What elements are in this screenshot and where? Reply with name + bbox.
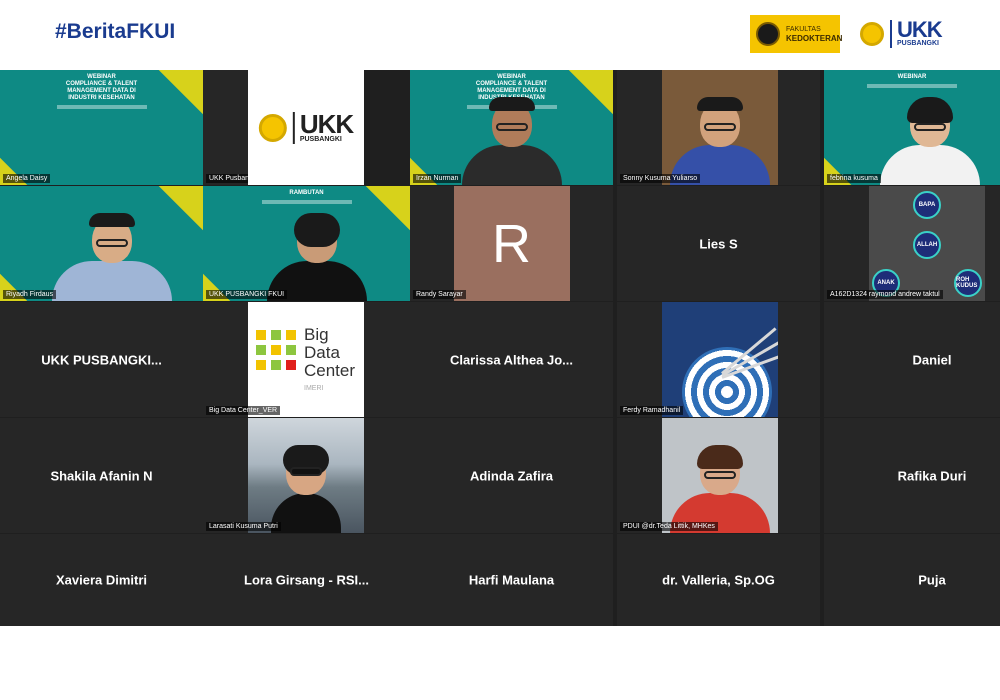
participant-name: Daniel	[912, 352, 952, 367]
participant-video	[670, 445, 770, 533]
participant-tile[interactable]: Clarissa Althea Jo...	[410, 302, 613, 417]
participant-tile[interactable]: Lies S	[617, 186, 820, 301]
fk-logo-text: FAKULTAS KEDOKTERAN	[786, 26, 843, 43]
participant-tile[interactable]: UKK PUSBANGKI...	[0, 302, 203, 417]
webinar-banner: WEBINAR	[867, 74, 957, 88]
ukk-logo-text: UKK PUSBANGKI	[890, 19, 943, 48]
participant-tile[interactable]: Xaviera Dimitri	[0, 534, 203, 626]
participant-video	[51, 213, 172, 301]
hashtag-title: #BeritaFKUI	[55, 20, 176, 43]
participant-tile[interactable]: Daniel	[824, 302, 1000, 417]
participant-tile[interactable]: Puja	[824, 534, 1000, 626]
participant-name: Larasati Kusuma Putri	[206, 522, 281, 531]
tile-padding: UKK Pusbangki	[203, 70, 248, 185]
avatar: R	[453, 186, 570, 301]
participant-tile[interactable]: WEBINAR COMPLIANCE & TALENT MANAGEMENT D…	[410, 70, 613, 185]
participant-name: A162D1324 raymond andrew taktul	[827, 290, 943, 299]
participant-name: Ferdy Ramadhanil	[620, 406, 684, 415]
participant-video	[271, 445, 341, 533]
participant-video	[461, 97, 562, 185]
target-icon	[682, 347, 772, 417]
ukk-logo: UKK PUSBANGKI	[860, 15, 943, 53]
participant-name: Adinda Zafira	[469, 468, 554, 483]
participant-name: febrina kusuma	[827, 174, 881, 183]
participant-name: UKK PUSBANGKI...	[41, 352, 162, 367]
participant-tile[interactable]: R Randy Sarayar	[410, 186, 613, 301]
university-seal-icon	[756, 22, 780, 46]
participant-name: Shakila Afanin N	[50, 468, 153, 483]
participant-name: Lies S	[699, 236, 738, 251]
bigdata-logo: Big Data Center IMERI	[248, 302, 364, 417]
participant-video	[670, 97, 770, 185]
participant-tile[interactable]: Sonny Kusuma Yuliarso	[617, 70, 820, 185]
webinar-banner: WEBINAR COMPLIANCE & TALENT MANAGEMENT D…	[56, 74, 147, 109]
fk-logo: FAKULTAS KEDOKTERAN	[750, 15, 843, 53]
participant-name: Irzan Nurman	[413, 174, 462, 183]
participant-tile[interactable]: WEBINAR febrina kusuma	[824, 70, 1000, 185]
participant-name: dr. Valleria, Sp.OG	[662, 572, 775, 588]
participant-tile[interactable]: Big Data Center IMERI Big Data Center_VE…	[203, 302, 410, 417]
participant-name: Clarissa Althea Jo...	[449, 352, 574, 367]
participant-name: Lora Girsang - RSI...	[244, 572, 369, 588]
participant-tile[interactable]: Larasati Kusuma Putri	[203, 418, 410, 533]
university-seal-icon	[258, 113, 287, 142]
participant-name: Riyadh Firdaus	[3, 290, 57, 299]
participant-tile[interactable]: Ferdy Ramadhanil	[617, 302, 820, 417]
participant-video	[879, 97, 980, 185]
university-seal-icon	[860, 22, 884, 46]
participant-name: Rafika Duri	[897, 468, 967, 483]
participant-tile[interactable]: Rafika Duri	[824, 418, 1000, 533]
webinar-banner: RAMBUTAN	[261, 190, 352, 204]
video-grid: WEBINAR COMPLIANCE & TALENT MANAGEMENT D…	[0, 70, 1000, 626]
participant-tile[interactable]: Adinda Zafira	[410, 418, 613, 533]
participant-tile[interactable]: Lora Girsang - RSI...	[203, 534, 410, 626]
participant-name: Randy Sarayar	[413, 290, 466, 299]
participant-name: Angela Daisy	[3, 174, 51, 183]
participant-name: Puja	[918, 572, 946, 588]
participant-tile[interactable]: PDUI @dr.Teda Littik, MHKes	[617, 418, 820, 533]
ukk-logo: UKK PUSBANGKI	[258, 111, 354, 144]
participant-tile[interactable]: WEBINAR COMPLIANCE & TALENT MANAGEMENT D…	[0, 70, 203, 185]
participant-tile[interactable]: Harfi Maulana	[410, 534, 613, 626]
participant-name: Sonny Kusuma Yuliarso	[620, 174, 701, 183]
participant-tile[interactable]: RAMBUTAN UKK PUSBANGKI FKUI	[203, 186, 410, 301]
participant-name: Harfi Maulana	[468, 572, 555, 588]
participant-name: Xaviera Dimitri	[55, 572, 148, 588]
trinity-diagram: BAPA ALLAH ANAK ROH KUDUS	[872, 189, 982, 299]
participant-tile[interactable]: UKK PUSBANGKI	[248, 70, 364, 185]
participant-tile[interactable]: BAPA ALLAH ANAK ROH KUDUS A162D1324 raym…	[824, 186, 1000, 301]
participant-name: PDUI @dr.Teda Littik, MHKes	[620, 522, 718, 531]
participant-tile[interactable]: Shakila Afanin N	[0, 418, 203, 533]
participant-name: Big Data Center_VER	[206, 406, 281, 415]
participant-tile[interactable]: dr. Valleria, Sp.OG	[617, 534, 820, 626]
participant-name: UKK Pusbangki	[206, 174, 248, 183]
participant-name: UKK PUSBANGKI FKUI	[206, 290, 288, 299]
participant-video	[266, 213, 367, 301]
participant-tile[interactable]: Riyadh Firdaus	[0, 186, 203, 301]
